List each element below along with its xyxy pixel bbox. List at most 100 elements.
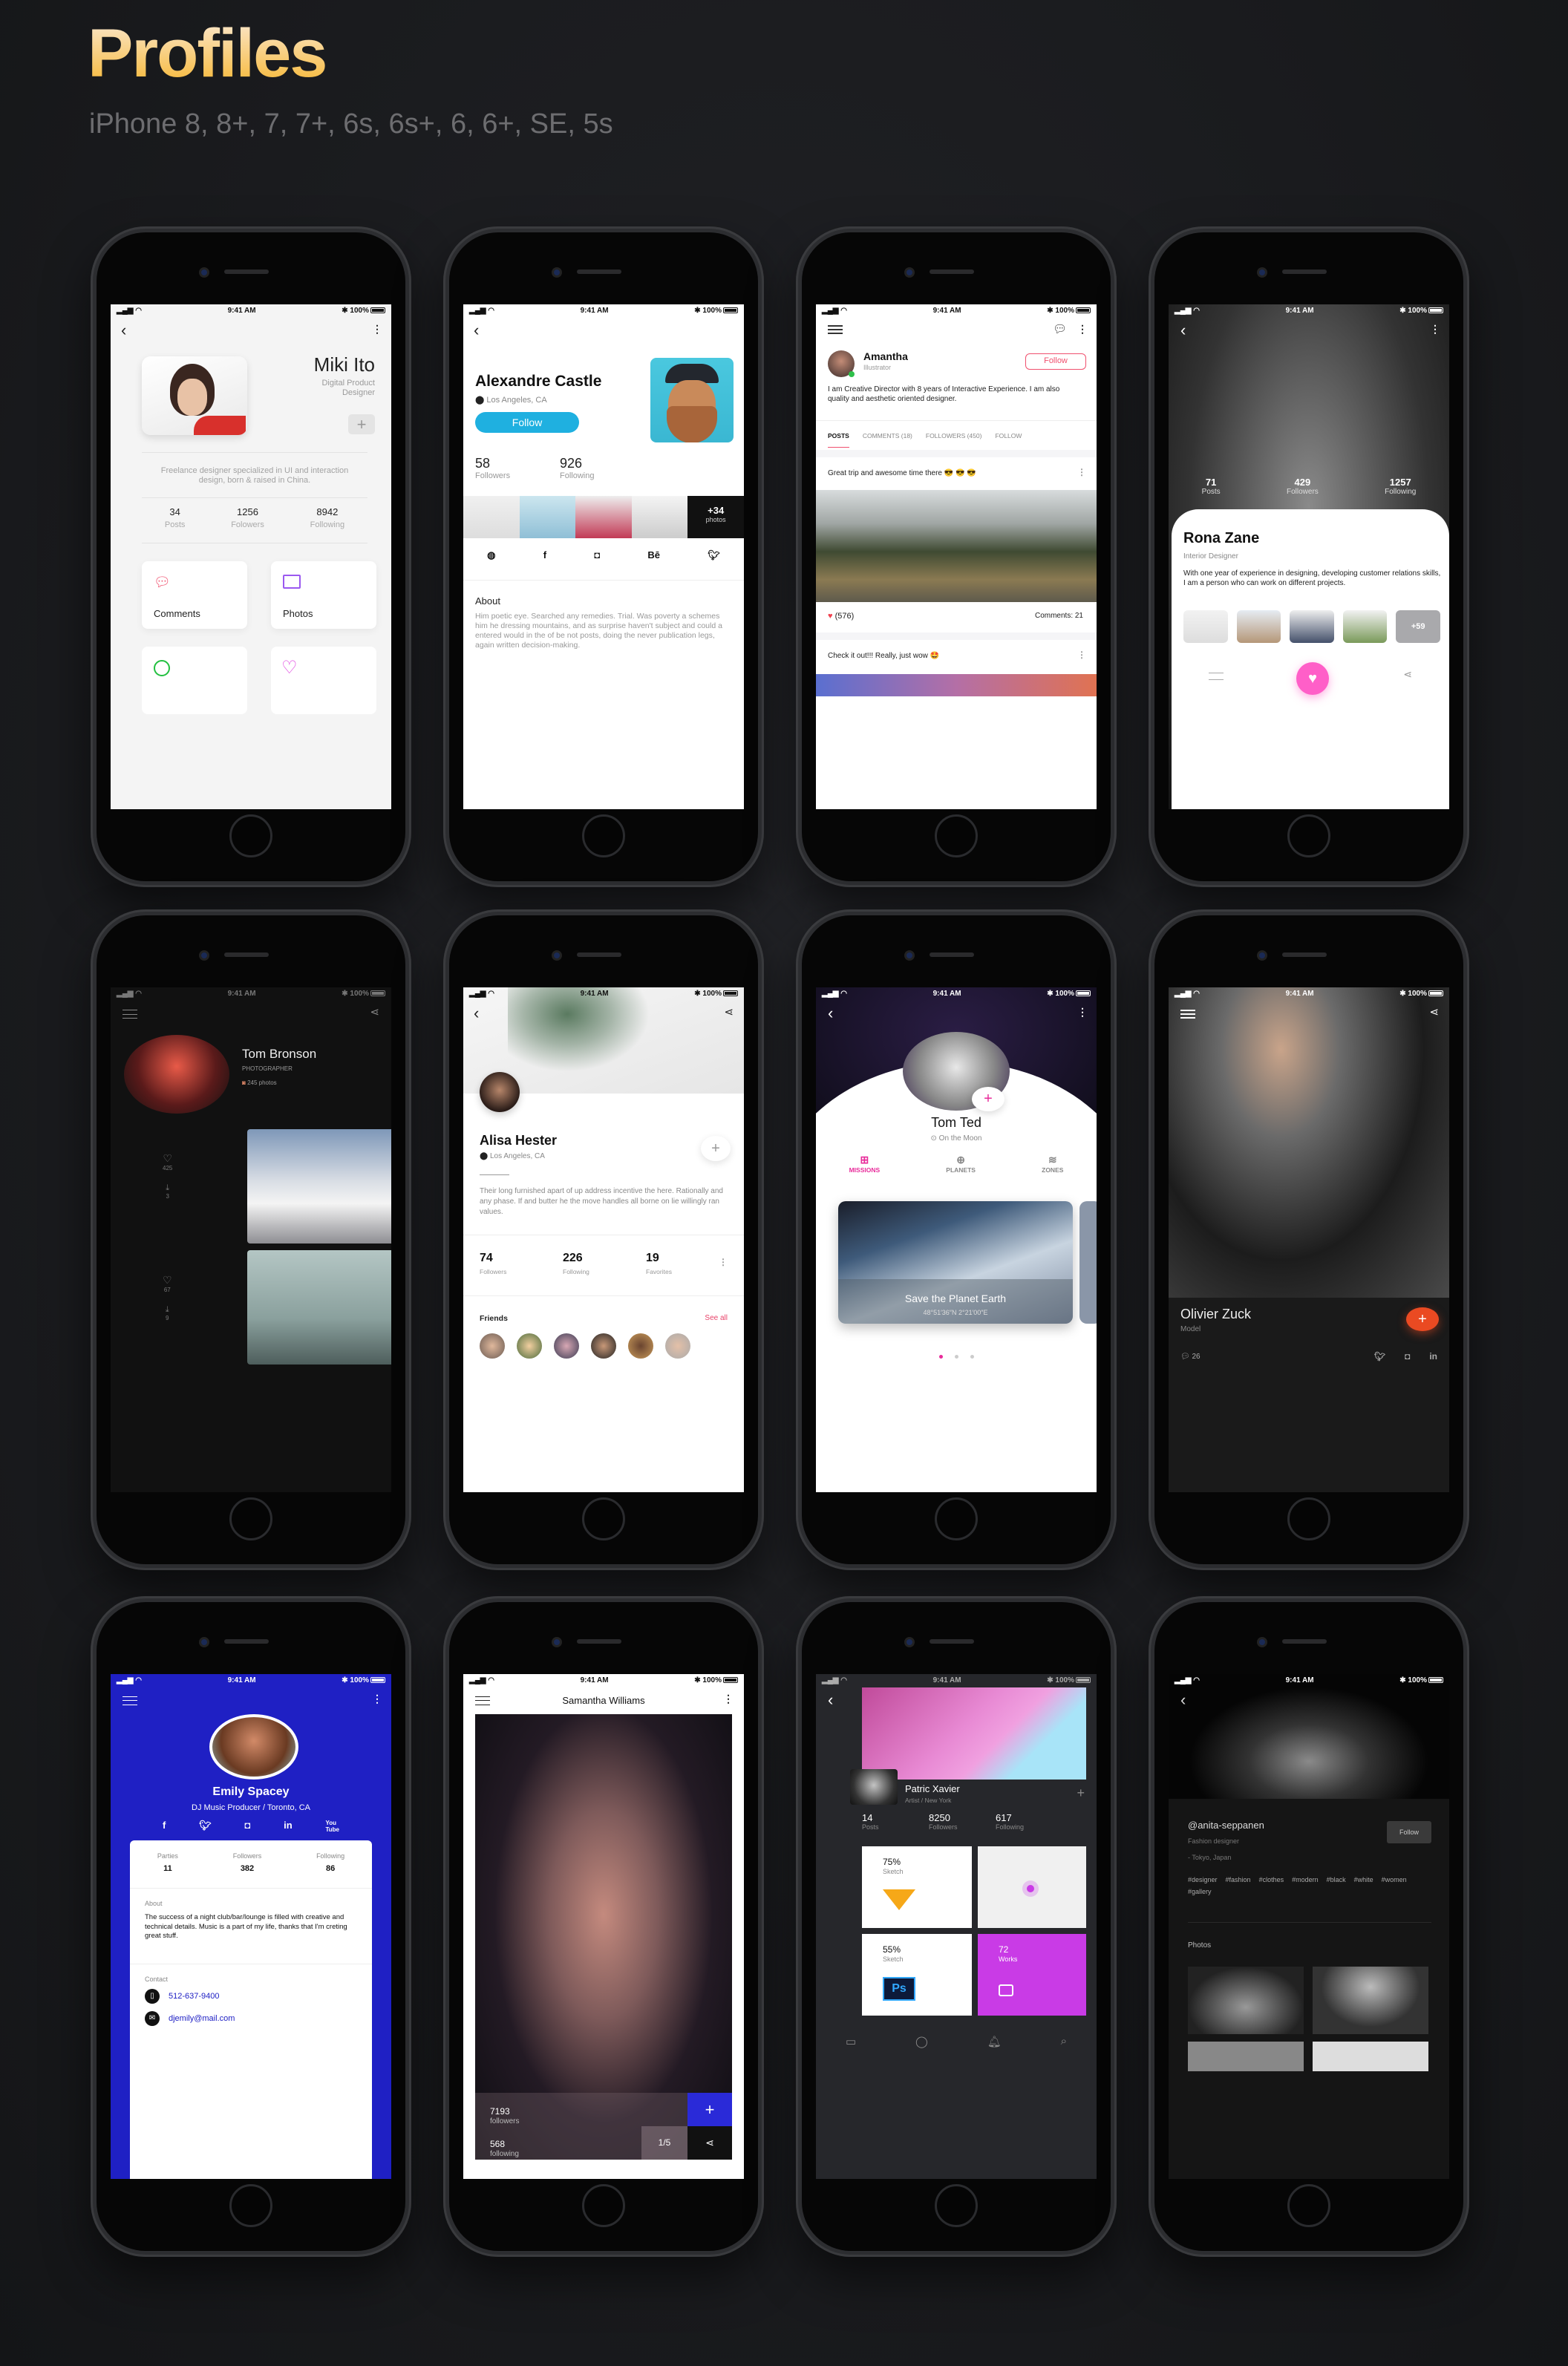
facebook-icon[interactable]: f (163, 1820, 166, 1833)
follow-button[interactable]: + (687, 2093, 732, 2126)
comments-count[interactable]: Comments: 21 (1035, 612, 1083, 620)
nav-chat-icon[interactable]: ◯ (915, 2035, 928, 2048)
follow-button[interactable]: Follow (1025, 353, 1086, 370)
likes[interactable]: ♥ (576) (828, 612, 854, 621)
follow-button[interactable]: Follow (1387, 1821, 1431, 1843)
twitter-icon[interactable]: 🐦︎ (708, 549, 720, 561)
friend-avatar[interactable] (665, 1333, 690, 1359)
back-icon[interactable]: ‹ (828, 1004, 833, 1023)
heart-icon[interactable]: ♡ (163, 1152, 172, 1165)
tag[interactable]: #fashion (1226, 1876, 1251, 1883)
tab-followers[interactable]: FOLLOWERS (450) (926, 432, 982, 448)
home-button[interactable] (229, 1497, 272, 1540)
friend-avatar[interactable] (517, 1333, 542, 1359)
friend-avatar[interactable] (628, 1333, 653, 1359)
gallery-photo[interactable] (1313, 2042, 1428, 2071)
follow-button[interactable]: Follow (475, 412, 579, 433)
photo-thumb[interactable] (631, 496, 688, 538)
more-icon[interactable]: ⋮ (372, 324, 382, 334)
tag[interactable]: #designer (1188, 1876, 1218, 1883)
home-button[interactable] (582, 814, 625, 857)
gallery-photo[interactable] (247, 1129, 391, 1244)
instagram-icon[interactable]: ◘ (244, 1820, 250, 1833)
messages-icon[interactable]: 💬︎ (1053, 322, 1067, 336)
add-button[interactable]: + (1077, 1785, 1085, 1801)
more-icon[interactable]: ⋮ (723, 1693, 734, 1704)
tag[interactable]: #modern (1292, 1876, 1319, 1883)
next-card[interactable] (1079, 1201, 1097, 1324)
home-button[interactable] (1287, 2184, 1330, 2227)
share-button[interactable]: ⋖ (687, 2126, 732, 2160)
tab-missions[interactable]: ⊞ MISSIONS (849, 1154, 881, 1174)
photo-thumb[interactable] (463, 496, 520, 538)
add-button[interactable]: + (701, 1136, 731, 1161)
stat-followers[interactable]: 8250 Followers (929, 1812, 958, 1831)
back-icon[interactable]: ‹ (121, 321, 126, 340)
heart-icon[interactable]: ♡ (163, 1274, 172, 1287)
tag[interactable]: #women (1382, 1876, 1407, 1883)
tab-following[interactable]: FOLLOW (995, 432, 1022, 448)
stat-parties[interactable]: Parties 11 (157, 1852, 178, 1873)
share-icon[interactable]: ⋖ (370, 1005, 379, 1019)
twitter-icon[interactable]: 🐦︎ (1374, 1351, 1385, 1362)
tile-photoshop[interactable]: 55% Sketch Ps (862, 1934, 972, 2016)
mission-card[interactable]: Save the Planet Earth 48°51′36″N 2°21′00… (838, 1201, 1073, 1324)
home-button[interactable] (1287, 1497, 1330, 1540)
behance-icon[interactable]: Bē (647, 549, 660, 561)
card-stats[interactable] (142, 647, 247, 714)
more-icon[interactable]: ⋮ (719, 1258, 728, 1267)
stat-posts[interactable]: 71 Posts (1202, 477, 1221, 496)
back-icon[interactable]: ‹ (1180, 321, 1186, 340)
back-icon[interactable]: ‹ (828, 1690, 833, 1710)
see-all-link[interactable]: See all (705, 1314, 728, 1322)
stat-posts[interactable]: 34 Posts (165, 506, 186, 529)
photo-thumb[interactable] (575, 496, 632, 538)
more-icon[interactable]: ⋮ (1077, 1007, 1088, 1017)
gallery-thumb[interactable] (1183, 610, 1228, 643)
download-icon[interactable]: ⤓ (163, 1305, 172, 1315)
page-dot[interactable] (970, 1355, 974, 1359)
tag[interactable]: #gallery (1188, 1888, 1212, 1895)
instagram-icon[interactable]: ◘ (1405, 1351, 1410, 1362)
comments[interactable]: 💬︎ 26 (1180, 1353, 1200, 1361)
nav-browser-icon[interactable]: ▭ (846, 2035, 856, 2048)
stat-followers[interactable]: 429 Followers (1287, 477, 1319, 496)
gallery-photo[interactable] (1188, 2042, 1304, 2071)
location-map[interactable] (978, 1846, 1086, 1928)
menu-icon[interactable] (1209, 673, 1224, 680)
card-photos[interactable]: Photos (271, 561, 376, 629)
contact-phone[interactable]: ▯ 512-637-9400 (145, 1989, 220, 2004)
youtube-icon[interactable]: You Tube (325, 1820, 339, 1833)
gallery-photo[interactable] (1313, 1967, 1428, 2034)
dribbble-icon[interactable]: ◍ (487, 549, 495, 561)
card-favorites[interactable]: ♡ (271, 647, 376, 714)
photo-thumb[interactable] (519, 496, 576, 538)
more-icon[interactable]: ⋮ (1077, 324, 1088, 334)
menu-icon[interactable] (122, 1696, 137, 1705)
home-button[interactable] (229, 2184, 272, 2227)
back-icon[interactable]: ‹ (474, 321, 479, 340)
friend-avatar[interactable] (480, 1333, 505, 1359)
add-button[interactable]: + (1406, 1307, 1439, 1331)
stat-favorites[interactable]: 19 Favorites (646, 1252, 672, 1275)
add-button[interactable]: + (348, 414, 375, 434)
stat-following[interactable]: 226 Following (563, 1252, 589, 1275)
download-icon[interactable]: ⤓ (163, 1183, 172, 1193)
share-icon[interactable]: ⋖ (724, 1005, 734, 1019)
card-comments[interactable]: 💬︎ Comments (142, 561, 247, 629)
menu-icon[interactable] (122, 1010, 137, 1019)
more-icon[interactable]: ⋮ (372, 1693, 382, 1704)
add-button[interactable]: + (972, 1087, 1004, 1111)
instagram-icon[interactable]: ◘ (594, 549, 600, 561)
page-dot[interactable] (954, 1355, 958, 1359)
tile-works[interactable]: 72 Works (978, 1934, 1086, 2016)
tab-planets[interactable]: ⊕ PLANETS (946, 1154, 976, 1174)
linkedin-icon[interactable]: in (1429, 1351, 1437, 1362)
nav-search-icon[interactable]: ⌕ (1061, 2035, 1067, 2048)
more-icon[interactable]: ⋮ (1430, 324, 1440, 334)
post-more-icon[interactable]: ⋮ (1077, 468, 1086, 477)
back-icon[interactable]: ‹ (474, 1004, 479, 1023)
stat-posts[interactable]: 14 Posts (862, 1812, 879, 1831)
post-image[interactable] (816, 674, 1097, 696)
gallery-thumb[interactable] (1290, 610, 1334, 643)
